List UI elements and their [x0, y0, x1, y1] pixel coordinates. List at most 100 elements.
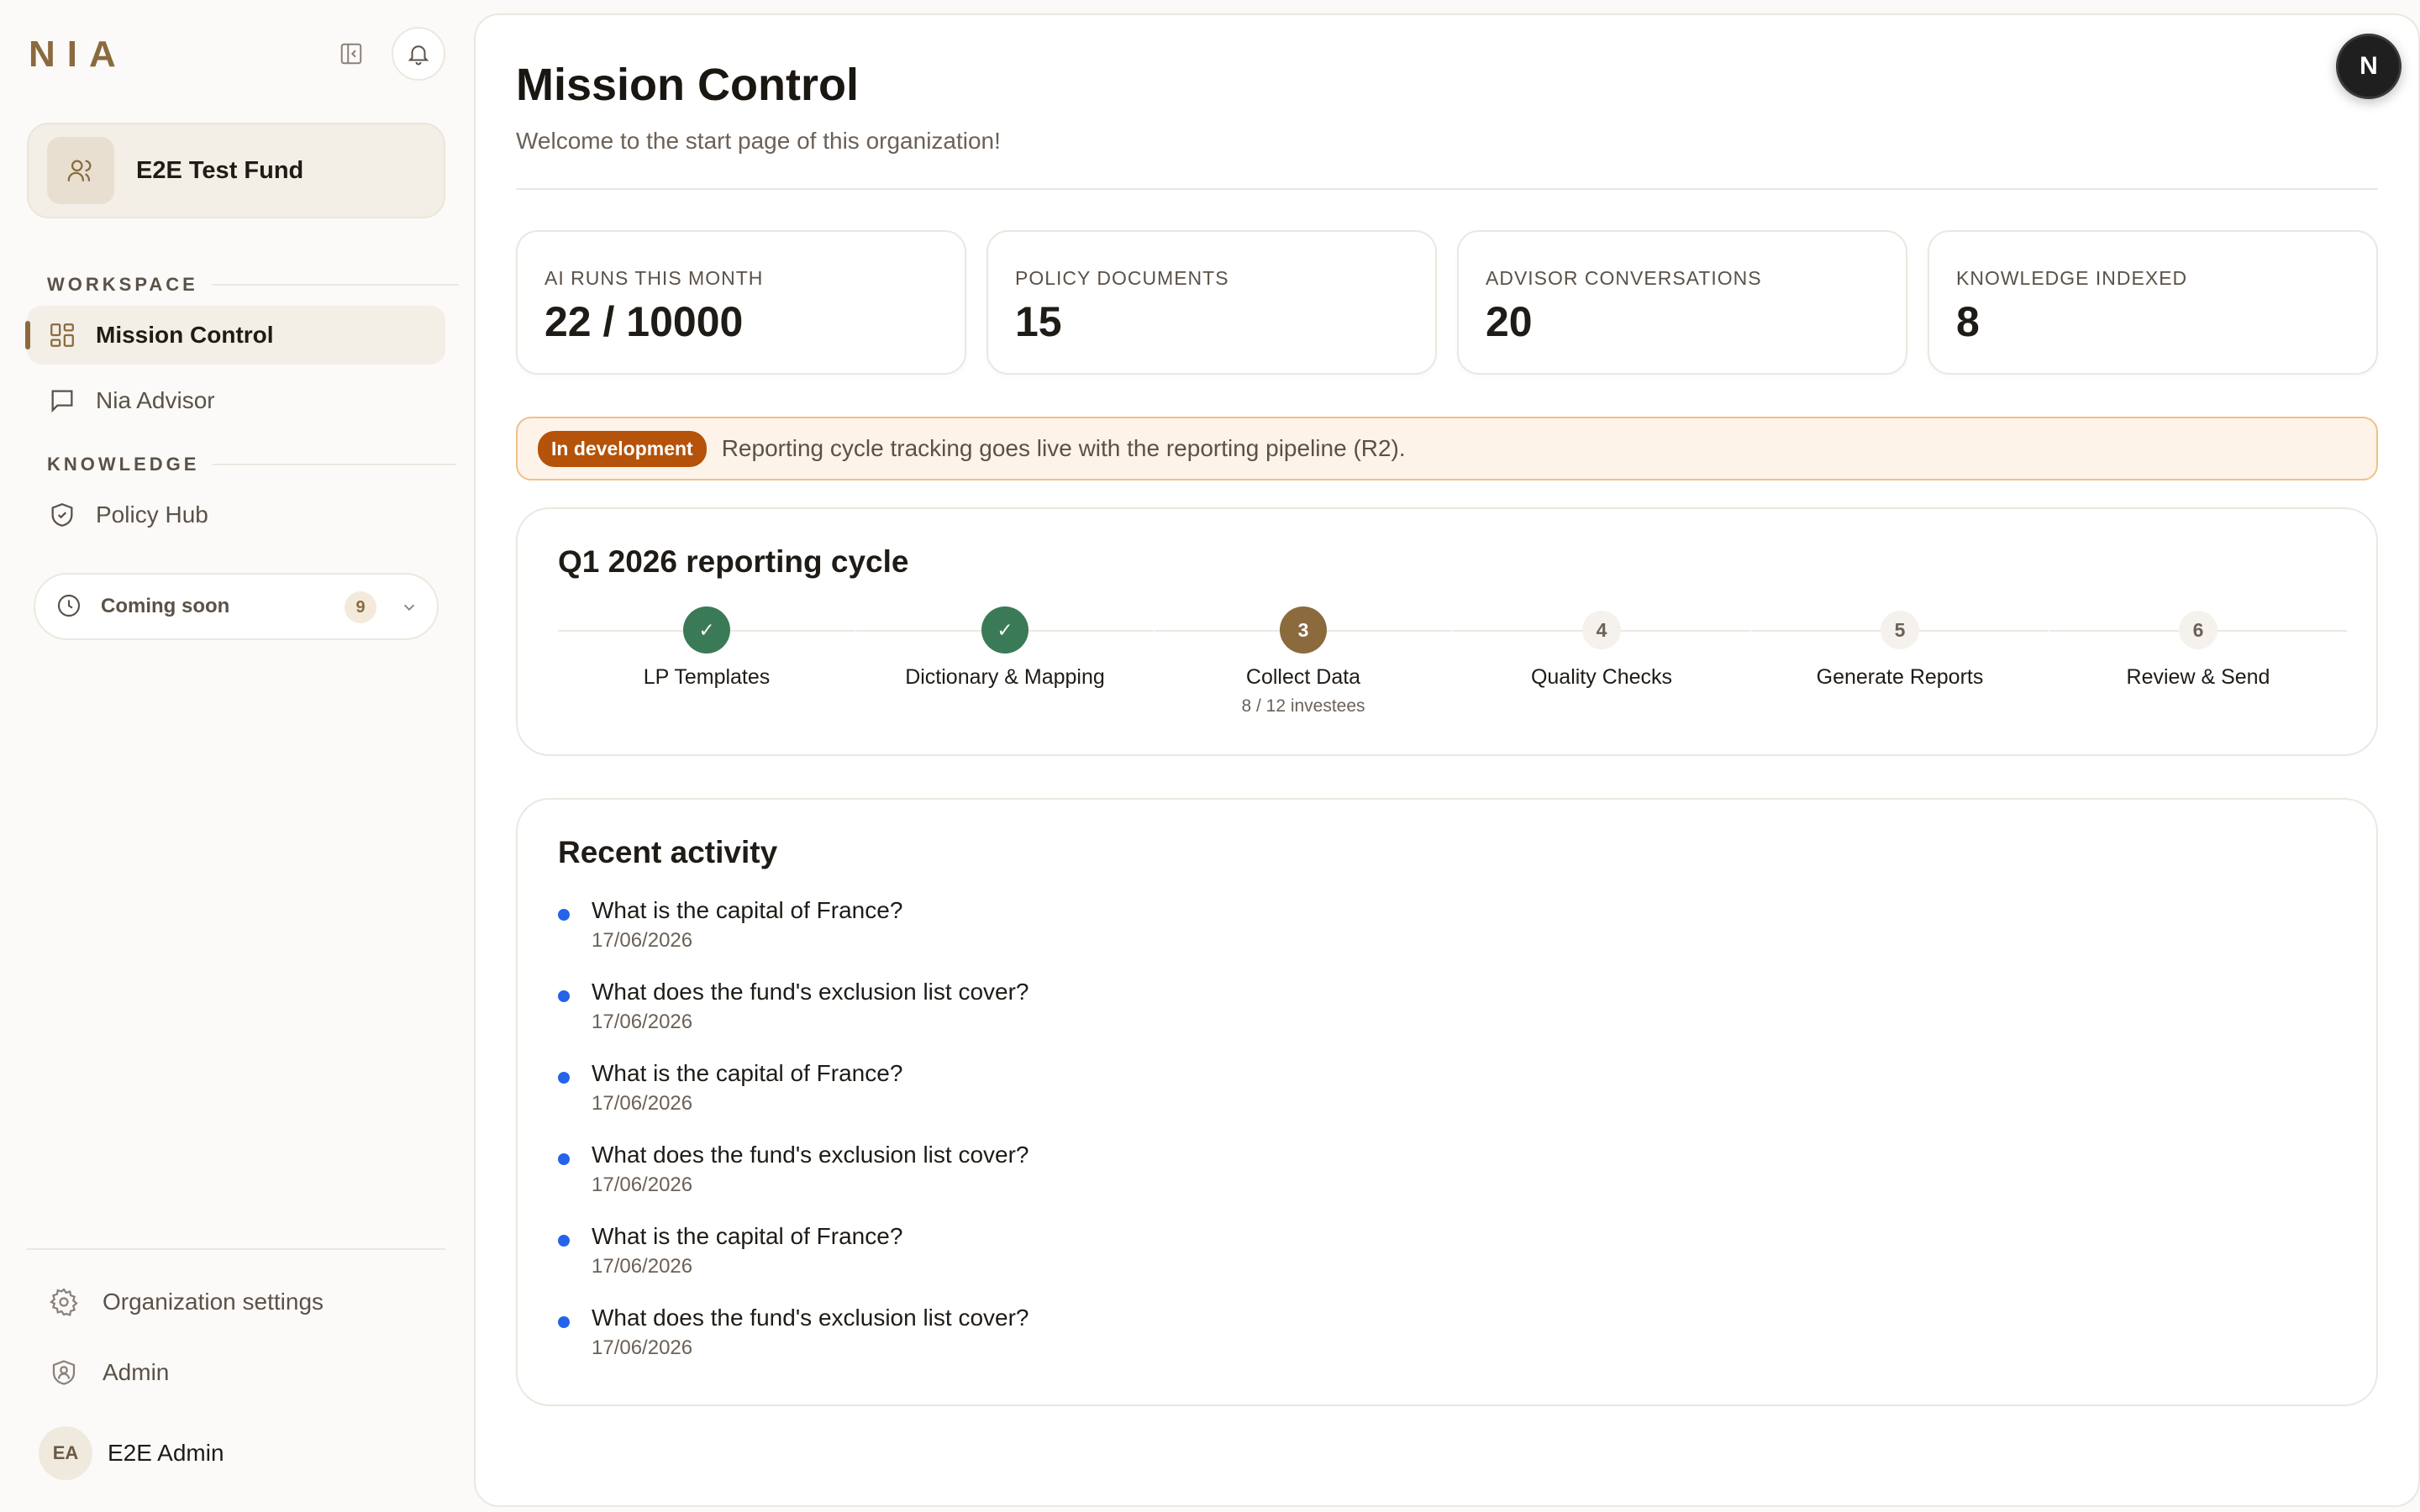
- grid-icon: [47, 320, 77, 350]
- activity-dot: [558, 990, 570, 1002]
- app-logo[interactable]: NIA: [29, 34, 128, 76]
- step-quality-checks[interactable]: 4 Quality Checks: [1453, 606, 1750, 690]
- reporting-cycle-panel: Q1 2026 reporting cycle ✓ LP Templates ✓…: [516, 507, 2378, 756]
- user-shield-icon: [47, 1356, 81, 1389]
- activity-date: 17/06/2026: [592, 929, 693, 952]
- step-label: Dictionary & Mapping: [905, 665, 1105, 689]
- activity-dot: [558, 1153, 570, 1165]
- header-divider: [516, 188, 2378, 190]
- activity-dot: [558, 909, 570, 921]
- admin-label: Admin: [103, 1359, 170, 1385]
- organization-settings-label: Organization settings: [103, 1289, 324, 1315]
- organization-settings-link[interactable]: Organization settings: [47, 1277, 324, 1327]
- user-name: E2E Admin: [108, 1440, 224, 1466]
- org-switcher[interactable]: E2E Test Fund: [27, 123, 445, 218]
- stat-card-advisor-conversations: ADVISOR CONVERSATIONS 20: [1457, 230, 1907, 375]
- users-icon: [67, 160, 92, 181]
- coming-soon-label: Coming soon: [101, 595, 230, 617]
- development-banner: In development Reporting cycle tracking …: [516, 417, 2378, 480]
- step-label: Review & Send: [2126, 665, 2270, 689]
- sidebar-item-label: Policy Hub: [96, 501, 208, 528]
- step-progress: 8 / 12 investees: [1241, 696, 1365, 716]
- step-label: Collect Data: [1245, 665, 1361, 689]
- shield-icon: [47, 500, 77, 530]
- admin-link[interactable]: Admin: [47, 1347, 169, 1398]
- activity-dot: [558, 1235, 570, 1247]
- org-avatar: [47, 137, 114, 204]
- current-user[interactable]: EA E2E Admin: [39, 1426, 224, 1480]
- step-label: Quality Checks: [1530, 665, 1673, 689]
- page-subtitle: Welcome to the start page of this organi…: [516, 128, 1001, 154]
- reporting-cycle-title: Q1 2026 reporting cycle: [558, 544, 909, 579]
- activity-dot: [558, 1072, 570, 1084]
- stat-card-ai-runs: AI RUNS THIS MONTH 22 / 10000: [516, 230, 966, 375]
- sidebar-item-label: Nia Advisor: [96, 387, 215, 413]
- sidebar-item-nia-advisor[interactable]: Nia Advisor: [27, 371, 445, 430]
- stat-value: 20: [1486, 298, 1533, 345]
- activity-question: What does the fund's exclusion list cove…: [592, 1305, 1029, 1331]
- step-number: 4: [1582, 611, 1621, 649]
- section-divider: [211, 284, 459, 286]
- activity-question: What does the fund's exclusion list cove…: [592, 979, 1029, 1005]
- chat-icon: [47, 386, 77, 416]
- page-title: Mission Control: [516, 60, 859, 110]
- step-collect-data[interactable]: 3 Collect Data 8 / 12 investees: [1155, 606, 1452, 717]
- activity-date: 17/06/2026: [592, 1092, 693, 1115]
- section-label-knowledge-text: KNOWLEDGE: [47, 454, 200, 475]
- activity-dot: [558, 1316, 570, 1328]
- section-label-workspace-text: WORKSPACE: [47, 274, 198, 295]
- stat-label: AI RUNS THIS MONTH: [544, 267, 764, 289]
- step-number: 5: [1881, 611, 1919, 649]
- step-number: 3: [1280, 606, 1327, 654]
- stat-card-knowledge-indexed: KNOWLEDGE INDEXED 8: [1928, 230, 2378, 375]
- step-generate-reports[interactable]: 5 Generate Reports: [1751, 606, 2049, 690]
- user-menu-button[interactable]: N: [2336, 34, 2402, 99]
- activity-date: 17/06/2026: [592, 1336, 693, 1359]
- step-number: 6: [2179, 611, 2217, 649]
- step-label: LP Templates: [643, 665, 771, 689]
- activity-question: What does the fund's exclusion list cove…: [592, 1142, 1029, 1168]
- activity-question: What is the capital of France?: [592, 1060, 903, 1086]
- bell-icon: [408, 45, 429, 66]
- step-review-send[interactable]: 6 Review & Send: [2049, 606, 2347, 690]
- collapse-sidebar-button[interactable]: [336, 39, 366, 69]
- section-divider: [213, 464, 457, 465]
- recent-activity-panel: Recent activity What is the capital of F…: [516, 798, 2378, 1406]
- section-label-knowledge: KNOWLEDGE: [47, 454, 457, 475]
- activity-date: 17/06/2026: [592, 1255, 693, 1278]
- banner-text: Reporting cycle tracking goes live with …: [721, 435, 1406, 461]
- stat-value: 22 / 10000: [544, 298, 744, 345]
- step-dictionary-mapping[interactable]: ✓ Dictionary & Mapping: [856, 606, 1154, 690]
- stat-value: 15: [1015, 298, 1062, 345]
- sidebar-collapse-icon: [340, 43, 362, 65]
- clock-icon: [55, 592, 84, 621]
- sidebar-item-policy-hub[interactable]: Policy Hub: [27, 486, 445, 544]
- stat-value: 8: [1956, 298, 1980, 345]
- avatar: EA: [39, 1426, 92, 1480]
- stat-label: KNOWLEDGE INDEXED: [1956, 267, 2188, 289]
- sidebar: NIA E2E Test Fund WORKSPACE Mission Cont…: [0, 0, 471, 1512]
- check-icon: ✓: [981, 606, 1028, 654]
- recent-activity-title: Recent activity: [558, 835, 778, 869]
- status-badge: In development: [538, 430, 707, 467]
- activity-question: What is the capital of France?: [592, 1223, 903, 1249]
- main-panel: Mission Control Welcome to the start pag…: [474, 13, 2420, 1507]
- coming-soon-toggle[interactable]: Coming soon 9: [34, 573, 439, 640]
- org-name: E2E Test Fund: [136, 156, 304, 184]
- notifications-button[interactable]: [392, 27, 445, 81]
- chevron-down-icon: [397, 595, 422, 620]
- section-label-workspace: WORKSPACE: [47, 274, 459, 296]
- sidebar-item-mission-control[interactable]: Mission Control: [25, 306, 445, 365]
- gear-icon: [47, 1285, 81, 1319]
- activity-date: 17/06/2026: [592, 1011, 693, 1033]
- coming-soon-count-badge: 9: [345, 591, 376, 623]
- activity-date: 17/06/2026: [592, 1173, 693, 1196]
- check-icon: ✓: [683, 606, 730, 654]
- stat-label: ADVISOR CONVERSATIONS: [1486, 267, 1762, 289]
- sidebar-item-label: Mission Control: [96, 322, 274, 348]
- activity-question: What is the capital of France?: [592, 897, 903, 923]
- stat-card-policy-documents: POLICY DOCUMENTS 15: [986, 230, 1437, 375]
- sidebar-bottom-divider: [27, 1248, 445, 1250]
- step-lp-templates[interactable]: ✓ LP Templates: [558, 606, 855, 690]
- stat-label: POLICY DOCUMENTS: [1015, 267, 1229, 289]
